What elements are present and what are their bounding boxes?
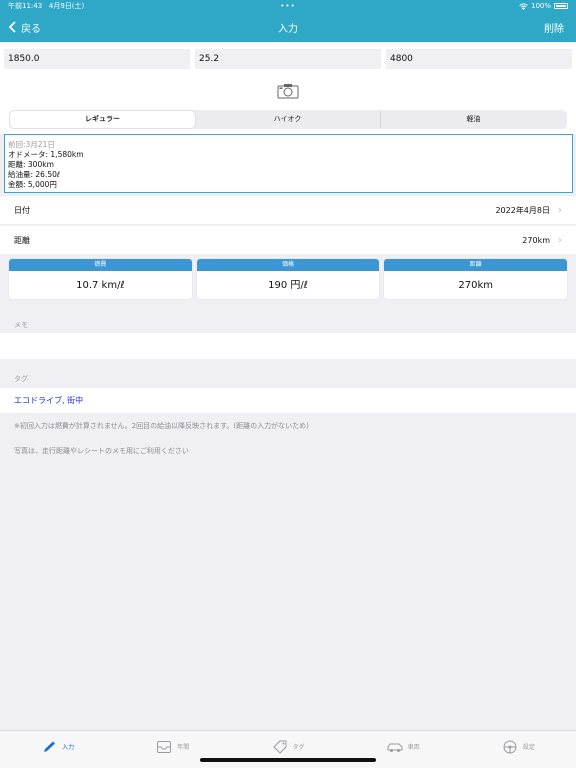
chevron-left-icon [8,21,16,33]
tab-label: 設定 [522,744,535,751]
tab-yearly[interactable]: 年間 [115,731,230,768]
stat-header: 燃費 [9,259,192,271]
stat-header: 価格 [196,259,380,271]
first-entry-note: ※初回入力は燃費が計算されません。2回目の給油以降反映されます。(距離の入力がな… [14,422,309,430]
stat-unit-price: 価格 190 円/ℓ [196,259,380,299]
segment-regular[interactable]: レギュラー [10,111,195,128]
delete-button[interactable]: 削除 [544,20,564,35]
pencil-icon [44,741,56,752]
back-button[interactable]: 戻る [8,12,41,42]
photo-note: 写真は、走行距離やレシートのメモ用にご利用ください [14,447,189,455]
chevron-right-icon: › [558,204,562,216]
back-label: 戻る [21,23,41,35]
previous-fuel: 給油量: 26.50ℓ [8,170,60,179]
chevron-right-icon: › [558,234,562,246]
stat-value: 190 円/ℓ [268,280,308,291]
tab-label: タグ [292,744,305,751]
page-title: 入力 [278,23,298,35]
stat-value: 10.7 km/ℓ [76,280,125,291]
memo-field[interactable] [0,333,576,359]
previous-cost: 金額: 5,000円 [8,180,57,189]
tab-label: 車両 [407,744,420,751]
distance-row[interactable]: 距離 270km › [0,226,576,254]
tab-label: 入力 [62,744,75,751]
status-bar: 午前11:43 4月9日(土) ••• 100% [0,0,576,12]
status-time: 午前11:43 [8,2,43,10]
segment-diesel[interactable]: 軽油 [381,111,566,128]
previous-distance: 距離: 300km [8,160,54,169]
memo-label: メモ [14,321,28,329]
tab-tags[interactable]: タグ [230,731,345,768]
status-time-date: 午前11:43 4月9日(土) [8,1,519,11]
stat-value: 270km [458,280,493,291]
tag-icon [272,740,286,754]
multitask-dots[interactable]: ••• [280,2,295,10]
photo-area [0,76,576,106]
stats-panel: 燃費 10.7 km/ℓ 価格 190 円/ℓ 距離 270km [0,254,576,304]
battery-icon [554,3,568,9]
car-icon [387,743,403,752]
fuel-amount-input[interactable] [195,49,381,69]
navigation-bar: 戻る 入力 削除 [0,12,576,42]
previous-odometer: オドメータ: 1,580km [8,150,84,159]
previous-record-box: 前回:3月21日 オドメータ: 1,580km 距離: 300km 給油量: 2… [4,134,573,193]
inbox-icon [157,740,172,753]
stat-header: 距離 [384,259,568,271]
previous-date: 前回:3月21日 [8,140,55,149]
tab-input[interactable]: 入力 [0,731,115,768]
segment-premium[interactable]: ハイオク [195,111,381,128]
tab-settings[interactable]: 設定 [461,731,576,768]
stat-distance: 距離 270km [384,259,568,299]
tag-label: タグ [14,375,28,383]
wifi-icon [519,2,528,10]
price-input[interactable] [386,49,572,69]
tab-vehicles[interactable]: 車両 [346,731,461,768]
date-row[interactable]: 日付 2022年4月8日 › [0,196,576,224]
stat-fuel-economy: 燃費 10.7 km/ℓ [9,259,192,299]
tab-label: 年間 [177,744,190,751]
home-indicator[interactable] [200,758,376,762]
date-label: 日付 [14,205,30,215]
tab-bar: 入力 年間 タグ 車両 設定 [0,730,576,768]
camera-icon[interactable] [277,83,299,99]
date-value: 2022年4月8日 [495,205,550,215]
odometer-input[interactable] [4,49,190,69]
status-date: 4月9日(土) [48,2,85,10]
fuel-type-segmented-control: レギュラー ハイオク 軽油 [9,110,567,129]
status-right: 100% [519,2,568,10]
battery-percent: 100% [530,2,551,10]
steering-wheel-icon [503,740,517,753]
distance-label: 距離 [14,235,30,245]
fuel-type-bar: レギュラー ハイオク 軽油 [0,106,576,134]
tag-value[interactable]: エコドライブ, 街中 [0,388,576,413]
distance-value: 270km [522,235,550,245]
entry-inputs [0,42,576,76]
